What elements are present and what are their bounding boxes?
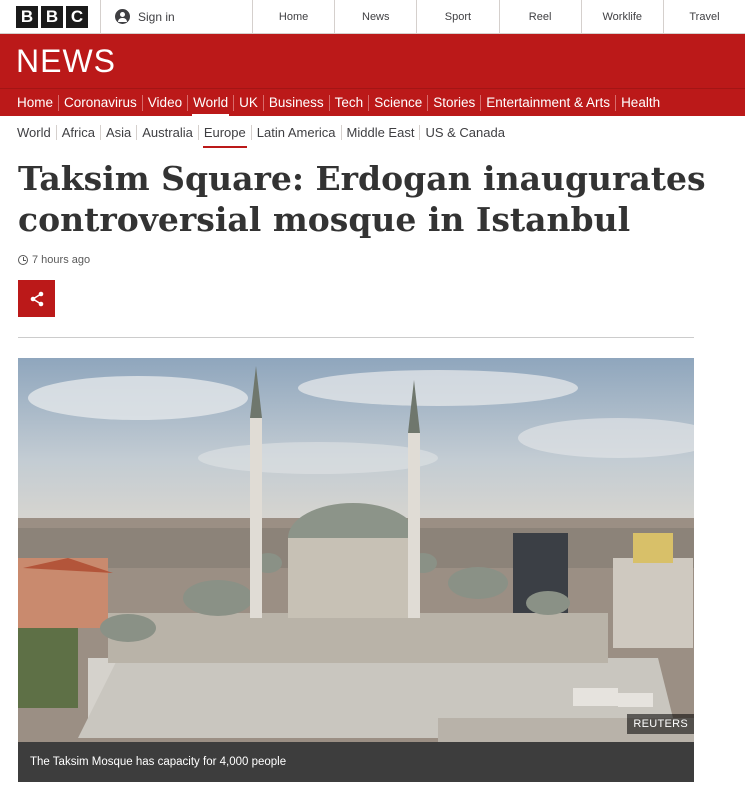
bbc-logo-letter: C — [66, 5, 88, 28]
image-credit: REUTERS — [627, 714, 694, 734]
top-navigation: Home News Sport Reel Worklife Travel — [252, 0, 745, 33]
sign-in-button[interactable]: Sign in — [100, 0, 252, 33]
subsection-europe[interactable]: Europe — [199, 124, 252, 148]
taksim-mosque-photo — [18, 358, 694, 782]
bbc-top-bar: B B C Sign in Home News Sport Reel Workl… — [0, 0, 745, 34]
bbc-logo-letter: B — [41, 5, 63, 28]
subsection-asia[interactable]: Asia — [101, 124, 138, 140]
bbc-logo-letter: B — [16, 5, 38, 28]
section-navigation: Home Coronavirus Video World UK Business… — [0, 88, 745, 117]
top-nav-home[interactable]: Home — [252, 0, 334, 33]
section-world[interactable]: World — [188, 94, 235, 117]
section-coronavirus[interactable]: Coronavirus — [59, 94, 143, 111]
section-video[interactable]: Video — [143, 94, 189, 111]
section-business[interactable]: Business — [264, 94, 330, 111]
image-caption: The Taksim Mosque has capacity for 4,000… — [18, 742, 694, 782]
subsection-africa[interactable]: Africa — [57, 124, 101, 140]
user-icon — [115, 9, 130, 24]
timestamp-text: 7 hours ago — [32, 254, 91, 266]
top-nav-reel[interactable]: Reel — [498, 0, 581, 33]
section-science[interactable]: Science — [369, 94, 429, 111]
section-tech[interactable]: Tech — [330, 94, 370, 111]
subsection-australia[interactable]: Australia — [137, 124, 199, 140]
section-entertainment-arts[interactable]: Entertainment & Arts — [481, 94, 617, 111]
news-banner: NEWS — [0, 34, 745, 88]
news-logo[interactable]: NEWS — [16, 43, 116, 80]
top-nav-worklife[interactable]: Worklife — [580, 0, 663, 33]
sign-in-label: Sign in — [138, 9, 175, 24]
section-home[interactable]: Home — [17, 94, 60, 111]
subsection-world[interactable]: World — [17, 124, 57, 140]
article-headline: Taksim Square: Erdogan inaugurates contr… — [18, 159, 706, 239]
subsection-navigation: World Africa Asia Australia Europe Latin… — [0, 116, 745, 148]
share-icon — [30, 291, 43, 306]
subsection-latin-america[interactable]: Latin America — [252, 124, 342, 140]
article-image: REUTERS The Taksim Mosque has capacity f… — [18, 358, 694, 782]
subsection-middle-east[interactable]: Middle East — [342, 124, 421, 140]
section-uk[interactable]: UK — [234, 94, 264, 111]
section-stories[interactable]: Stories — [428, 94, 482, 111]
article-timestamp: 7 hours ago — [18, 254, 745, 266]
subsection-us-canada[interactable]: US & Canada — [420, 125, 510, 140]
clock-icon — [18, 255, 28, 265]
section-health[interactable]: Health — [616, 95, 665, 111]
divider — [18, 337, 694, 338]
bbc-logo[interactable]: B B C — [0, 0, 100, 33]
top-nav-news[interactable]: News — [334, 0, 416, 33]
top-nav-travel[interactable]: Travel — [662, 0, 745, 33]
top-nav-sport[interactable]: Sport — [416, 0, 498, 33]
share-button[interactable] — [18, 280, 55, 317]
